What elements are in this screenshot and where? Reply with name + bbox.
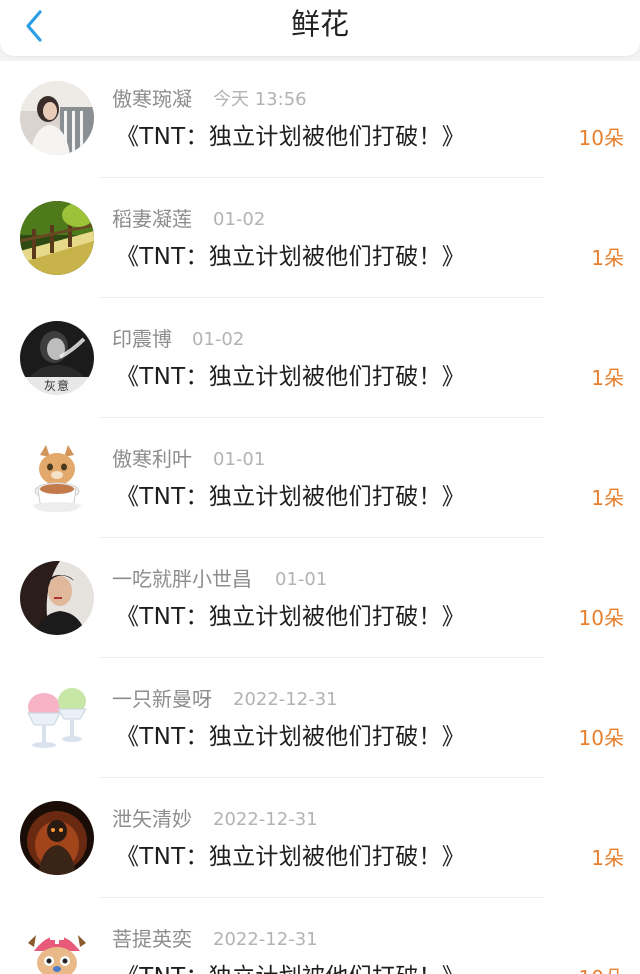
divider	[98, 177, 544, 178]
flower-count: 1朵	[591, 846, 624, 870]
divider	[98, 657, 544, 658]
flower-count: 1朵	[591, 246, 624, 270]
timestamp: 2022-12-31	[233, 689, 338, 710]
timestamp: 2022-12-31	[213, 929, 318, 950]
list-item[interactable]: 一只新曼呀 2022-12-31 《TNT：独立计划被他们打破！》 10朵	[0, 661, 640, 781]
flower-count: 10朵	[578, 126, 624, 150]
avatar[interactable]	[20, 561, 94, 635]
flower-count: 10朵	[578, 606, 624, 630]
top-bar: 鲜花	[0, 0, 640, 56]
user-name: 稻妻凝莲	[112, 207, 192, 231]
timestamp: 01-01	[213, 449, 266, 470]
timestamp: 今天 13:56	[213, 89, 307, 110]
divider	[98, 417, 544, 418]
list-item[interactable]: 稻妻凝莲 01-02 《TNT：独立计划被他们打破！》 1朵	[0, 181, 640, 301]
user-name: 傲寒利叶	[112, 447, 192, 471]
flower-count: 1朵	[591, 366, 624, 390]
divider	[98, 897, 544, 898]
flower-count: 1朵	[591, 486, 624, 510]
list-item[interactable]: 菩提英奕 2022-12-31 《TNT：独立计划被他们打破！》 10朵	[0, 901, 640, 974]
avatar[interactable]	[20, 81, 94, 155]
user-name: 印震博	[112, 327, 172, 351]
flower-list[interactable]: 傲寒琬凝 今天 13:56 《TNT：独立计划被他们打破！》 10朵 稻妻凝莲 …	[0, 61, 640, 974]
book-title[interactable]: 《TNT：独立计划被他们打破！》	[116, 119, 465, 155]
book-title[interactable]: 《TNT：独立计划被他们打破！》	[116, 839, 465, 875]
list-item[interactable]: 灰意 印震博 01-02 《TNT：独立计划被他们打破！》 1朵	[0, 301, 640, 421]
avatar[interactable]	[20, 441, 94, 515]
avatar[interactable]	[20, 201, 94, 275]
list-item[interactable]: 一吃就胖小世昌 01-01 《TNT：独立计划被他们打破！》 10朵	[0, 541, 640, 661]
user-name: 一吃就胖小世昌	[112, 567, 252, 591]
timestamp: 01-02	[213, 209, 266, 230]
flower-count: 10朵	[578, 726, 624, 750]
book-title[interactable]: 《TNT：独立计划被他们打破！》	[116, 359, 465, 395]
avatar[interactable]	[20, 921, 94, 974]
book-title[interactable]: 《TNT：独立计划被他们打破！》	[116, 599, 465, 635]
avatar[interactable]	[20, 801, 94, 875]
list-item[interactable]: 傲寒琬凝 今天 13:56 《TNT：独立计划被他们打破！》 10朵	[0, 61, 640, 181]
avatar-caption: 灰意	[44, 379, 71, 393]
timestamp: 01-02	[192, 329, 245, 350]
flower-count: 10朵	[579, 963, 624, 974]
divider	[98, 777, 544, 778]
book-title[interactable]: 《TNT：独立计划被他们打破！》	[116, 239, 465, 275]
avatar[interactable]	[20, 681, 94, 755]
user-name: 一只新曼呀	[112, 687, 212, 711]
book-title[interactable]: 《TNT：独立计划被他们打破！》	[116, 719, 465, 755]
timestamp: 01-01	[275, 569, 328, 590]
list-item[interactable]: 泄矢清妙 2022-12-31 《TNT：独立计划被他们打破！》 1朵	[0, 781, 640, 901]
list-item[interactable]: 傲寒利叶 01-01 《TNT：独立计划被他们打破！》 1朵	[0, 421, 640, 541]
divider	[98, 297, 544, 298]
timestamp: 2022-12-31	[213, 809, 318, 830]
book-title[interactable]: 《TNT：独立计划被他们打破！》	[116, 959, 465, 974]
user-name: 菩提英奕	[112, 927, 192, 951]
page-title: 鲜花	[290, 7, 349, 41]
user-name: 泄矢清妙	[112, 807, 192, 831]
user-name: 傲寒琬凝	[112, 87, 192, 111]
divider	[98, 537, 544, 538]
book-title[interactable]: 《TNT：独立计划被他们打破！》	[116, 479, 465, 515]
